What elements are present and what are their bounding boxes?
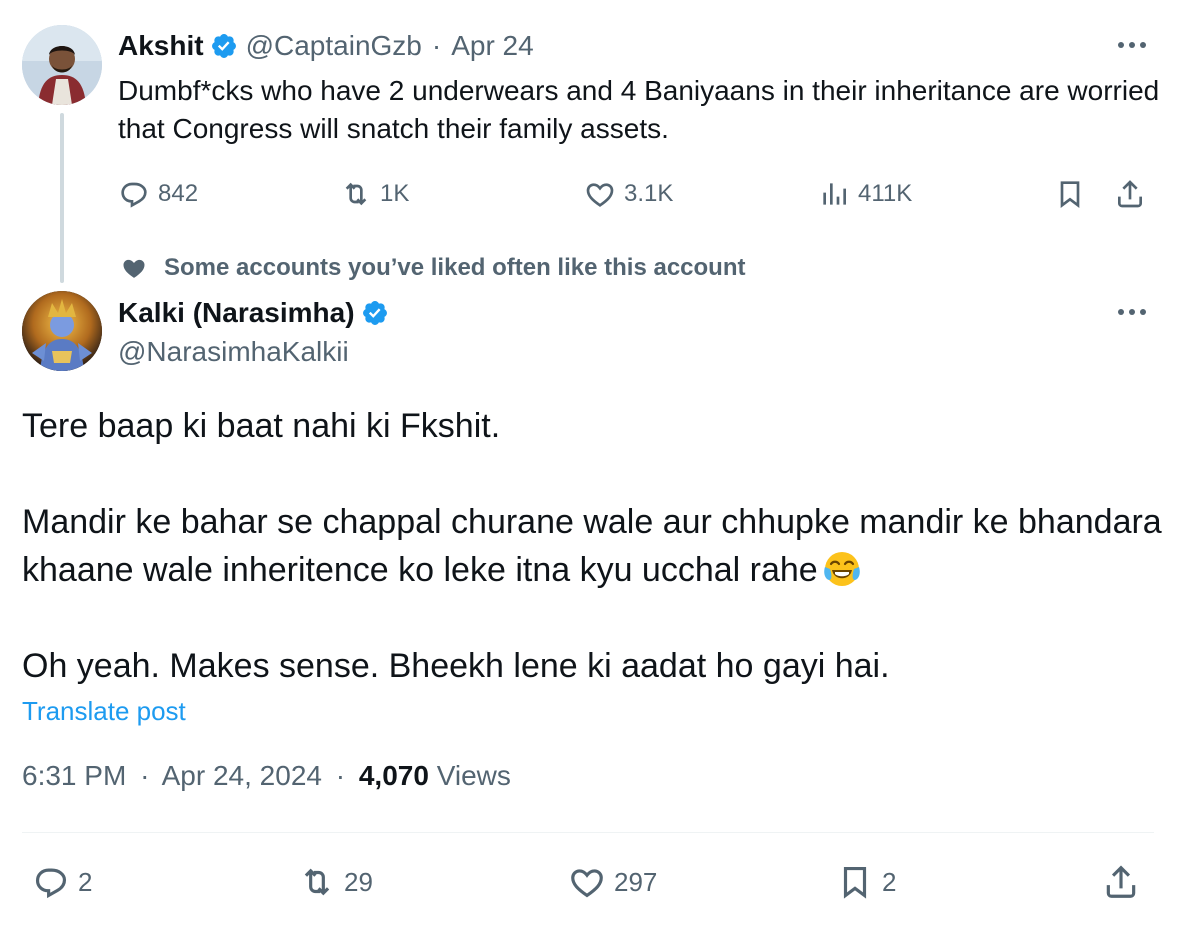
repost-count: 29 — [344, 866, 373, 897]
repost-icon — [304, 868, 330, 896]
author-handle[interactable]: @CaptainGzb — [246, 30, 422, 62]
views-icon — [823, 183, 846, 205]
reply-icon — [35, 868, 67, 899]
like-count: 297 — [614, 866, 658, 897]
tweet-paragraph: Tere baap ki baat nahi ki Fkshit. — [22, 407, 501, 445]
views-label: Views — [436, 760, 511, 791]
tweet-date[interactable]: Apr 24, 2024 — [162, 760, 322, 791]
face-with-tears-of-joy-emoji — [823, 552, 860, 586]
repost-icon — [345, 182, 367, 206]
heart-icon — [571, 869, 603, 898]
social-context: Some accounts you’ve liked often like th… — [118, 252, 745, 284]
tweet-time[interactable]: 6:31 PM — [22, 760, 126, 791]
heart-icon — [586, 183, 614, 207]
more-options-button[interactable] — [1112, 30, 1152, 60]
like-button[interactable]: 3.1K — [584, 172, 673, 216]
verified-badge-icon — [361, 299, 389, 327]
parent-tweet-actions: 842 1K 3.1K 411K — [118, 172, 1158, 216]
thread-connector-line — [60, 113, 64, 283]
bookmark-icon — [843, 866, 867, 899]
like-count: 3.1K — [624, 180, 674, 207]
views-count: 411K — [858, 180, 913, 207]
tweet-paragraph-text: Mandir ke bahar se chappal churane wale … — [22, 503, 1162, 589]
more-options-icon — [1117, 41, 1147, 49]
tweet-paragraph: Mandir ke bahar se chappal churane wale … — [22, 498, 1162, 594]
heart-icon — [123, 259, 145, 278]
share-button[interactable] — [1102, 860, 1140, 904]
bookmark-button[interactable] — [1054, 172, 1086, 216]
repost-count: 1K — [380, 180, 410, 207]
repost-button[interactable]: 29 — [298, 860, 373, 904]
dot-separator: · — [335, 760, 346, 791]
tweet-paragraph: Oh yeah. Makes sense. Bheekh lene ki aad… — [22, 647, 890, 685]
dot-separator: · — [140, 760, 150, 791]
social-context-text: Some accounts you’ve liked often like th… — [164, 254, 746, 281]
reply-button[interactable]: 842 — [118, 172, 198, 216]
share-icon — [1118, 180, 1142, 208]
translate-post-link[interactable]: Translate post — [22, 696, 186, 727]
more-options-button[interactable] — [1112, 297, 1152, 327]
reply-count: 842 — [158, 180, 199, 207]
main-tweet-text: Tere baap ki baat nahi ki Fkshit. Mandir… — [22, 402, 1162, 690]
bookmark-count: 2 — [882, 866, 897, 897]
author-name[interactable]: Akshit — [118, 30, 204, 62]
avatar[interactable] — [22, 291, 102, 371]
author-name[interactable]: Kalki (Narasimha) — [118, 297, 355, 329]
main-tweet-header: Kalki (Narasimha) @NarasimhaKalkii — [118, 294, 397, 368]
share-icon — [1106, 865, 1136, 898]
views-button[interactable]: 411K — [818, 172, 912, 216]
more-options-icon — [1117, 308, 1147, 316]
main-tweet-actions: 2 29 297 2 — [22, 860, 1154, 904]
verified-badge-icon — [210, 32, 238, 60]
tweet-metadata: 6:31 PM · Apr 24, 2024 · 4,070 Views — [22, 760, 511, 792]
divider — [22, 832, 1154, 833]
dot-separator: · — [431, 30, 442, 61]
views-count: 4,070 — [358, 760, 429, 791]
share-button[interactable] — [1114, 172, 1146, 216]
parent-tweet-text: Dumbf*cks who have 2 underwears and 4 Ba… — [118, 75, 1160, 144]
repost-button[interactable]: 1K — [340, 172, 409, 216]
reply-icon — [121, 182, 147, 208]
tweet-date[interactable]: Apr 24 — [451, 30, 534, 62]
reply-button[interactable]: 2 — [32, 860, 92, 904]
parent-tweet-header: Akshit @CaptainGzb · Apr 24 — [118, 28, 534, 64]
author-handle[interactable]: @NarasimhaKalkii — [118, 336, 397, 368]
bookmark-button[interactable]: 2 — [836, 860, 896, 904]
reply-count: 2 — [78, 866, 93, 897]
avatar[interactable] — [22, 25, 102, 105]
like-button[interactable]: 297 — [568, 860, 657, 904]
bookmark-icon — [1060, 181, 1080, 208]
